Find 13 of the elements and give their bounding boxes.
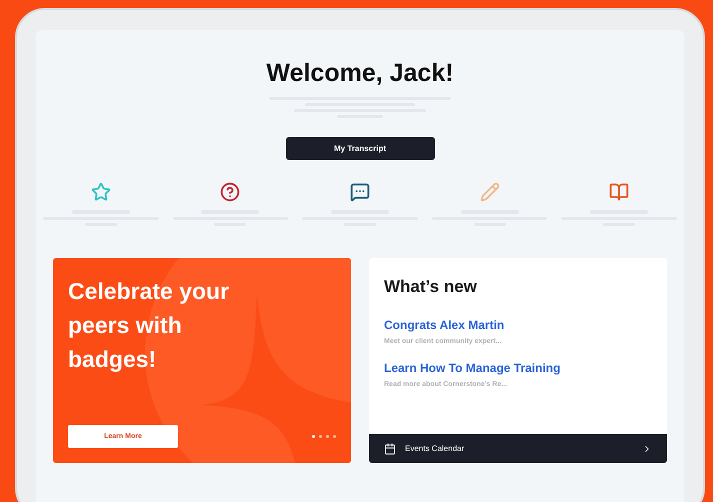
welcome-heading: Welcome, Jack! xyxy=(266,58,454,89)
transcript-button[interactable]: My Transcript xyxy=(286,137,434,160)
pencil-icon[interactable] xyxy=(480,182,500,202)
book-icon[interactable] xyxy=(609,182,630,202)
news-link[interactable]: Congrats Alex Martin xyxy=(384,316,652,334)
calendar-icon xyxy=(384,442,396,455)
news-link[interactable]: Learn How To Manage Training xyxy=(384,359,652,378)
chat-bubble-icon[interactable] xyxy=(350,182,370,202)
star-icon[interactable] xyxy=(90,182,111,202)
whats-new-heading: What’s new xyxy=(384,276,478,298)
promo-heading: Celebrate your peers with badges! xyxy=(68,277,230,374)
help-icon[interactable] xyxy=(220,182,240,202)
events-calendar-bar[interactable]: Events Calendar xyxy=(369,434,667,464)
